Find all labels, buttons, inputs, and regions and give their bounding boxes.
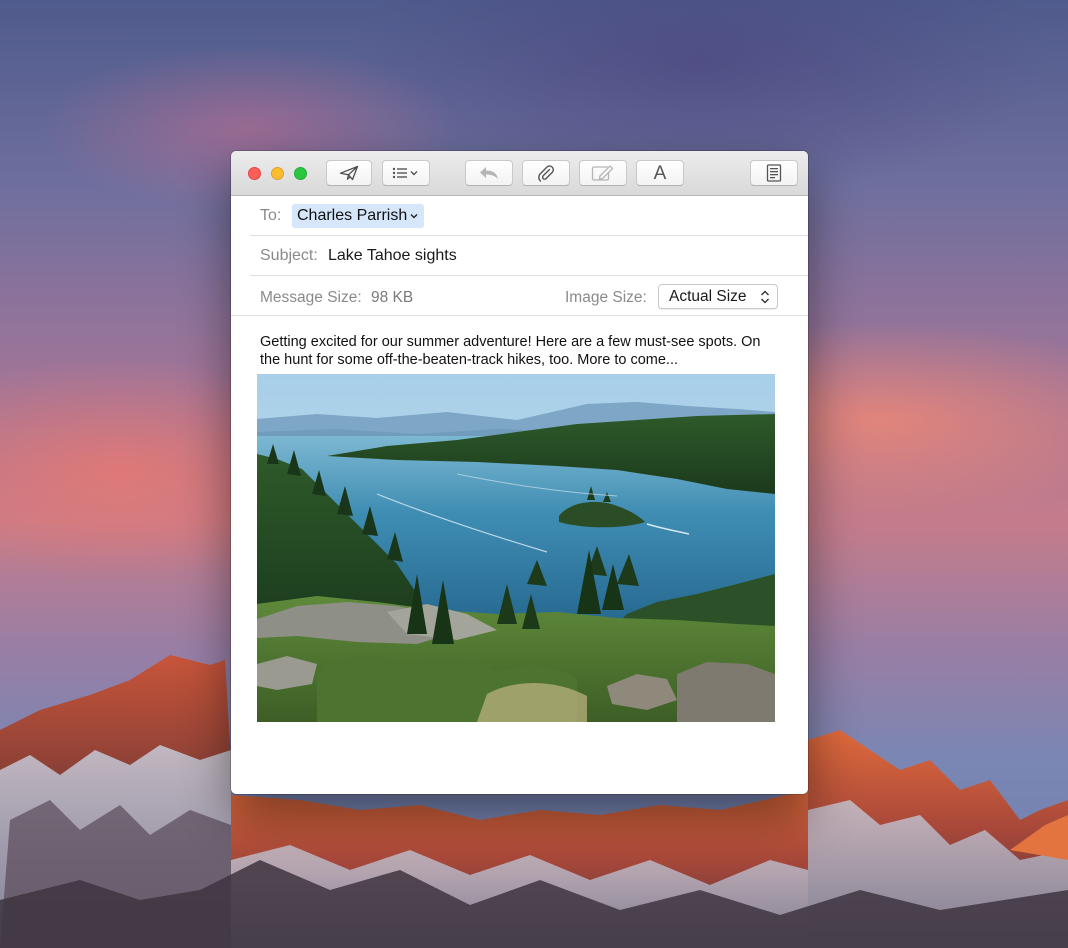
send-icon — [339, 165, 359, 181]
attach-button[interactable] — [522, 160, 570, 186]
reply-button[interactable] — [465, 160, 513, 186]
template-icon — [766, 164, 782, 182]
image-size-value: Actual Size — [669, 288, 747, 305]
divider — [231, 315, 808, 316]
list-icon — [392, 167, 420, 179]
recipient-token[interactable]: Charles Parrish — [292, 204, 425, 228]
message-info-row: Message Size: 98 KB Image Size: Actual S… — [231, 276, 808, 316]
image-size-label: Image Size: — [565, 289, 647, 306]
send-button[interactable] — [326, 160, 372, 186]
to-label: To: — [260, 207, 282, 224]
message-size-value: 98 KB — [371, 289, 414, 306]
header-fields-button[interactable] — [382, 160, 430, 186]
attached-photo-image[interactable] — [257, 374, 775, 722]
subject-label: Subject: — [260, 247, 318, 264]
chevron-down-icon — [410, 214, 418, 219]
subject-field-row[interactable]: Subject: Lake Tahoe sights — [231, 236, 808, 276]
updown-chevron-icon — [761, 290, 769, 304]
compose-window: A To: Charles Parrish Subject: Lake Taho… — [231, 151, 808, 794]
close-window-button[interactable] — [248, 167, 261, 180]
toolbar: A — [231, 151, 808, 722]
fonts-icon: A — [653, 162, 667, 184]
markup-icon — [591, 164, 615, 182]
recipient-name: Charles Parrish — [297, 207, 408, 224]
message-body-text[interactable]: Getting excited for our summer adventure… — [260, 333, 780, 369]
minimize-window-button[interactable] — [271, 167, 284, 180]
reply-icon — [478, 165, 500, 181]
desktop-wallpaper: A To: Charles Parrish Subject: Lake Taho… — [0, 0, 1068, 948]
subject-field[interactable]: Lake Tahoe sights — [328, 247, 457, 265]
stationery-button[interactable] — [750, 160, 798, 186]
to-field-row: To: Charles Parrish — [231, 196, 808, 236]
image-size-select[interactable]: Actual Size — [658, 284, 778, 309]
message-size-label: Message Size: — [260, 289, 362, 306]
zoom-window-button[interactable] — [294, 167, 307, 180]
markup-button[interactable] — [579, 160, 627, 186]
fonts-button[interactable]: A — [636, 160, 684, 186]
paperclip-icon — [537, 164, 555, 182]
